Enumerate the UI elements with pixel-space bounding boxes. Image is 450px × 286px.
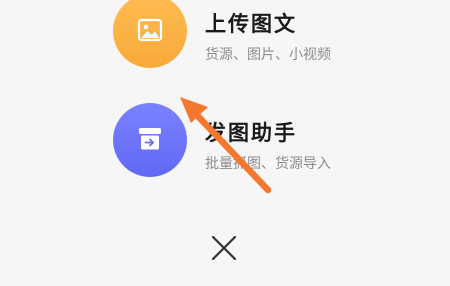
upload-post-icon-circle[interactable]: [113, 0, 187, 68]
menu-item-post-assistant[interactable]: 发图助手 批量抓图、货源导入: [0, 103, 450, 193]
post-assistant-icon-circle[interactable]: [113, 103, 187, 177]
upload-post-title: 上传图文: [205, 12, 297, 36]
upload-post-subtitle: 货源、图片、小视频: [205, 47, 331, 63]
import-box-icon: [139, 128, 161, 150]
close-icon: [211, 235, 237, 261]
post-assistant-subtitle: 批量抓图、货源导入: [205, 156, 331, 172]
image-icon: [137, 18, 163, 42]
post-assistant-title: 发图助手: [205, 121, 297, 145]
menu-item-upload-post[interactable]: 上传图文 货源、图片、小视频: [0, 0, 450, 84]
close-button[interactable]: [202, 226, 246, 270]
